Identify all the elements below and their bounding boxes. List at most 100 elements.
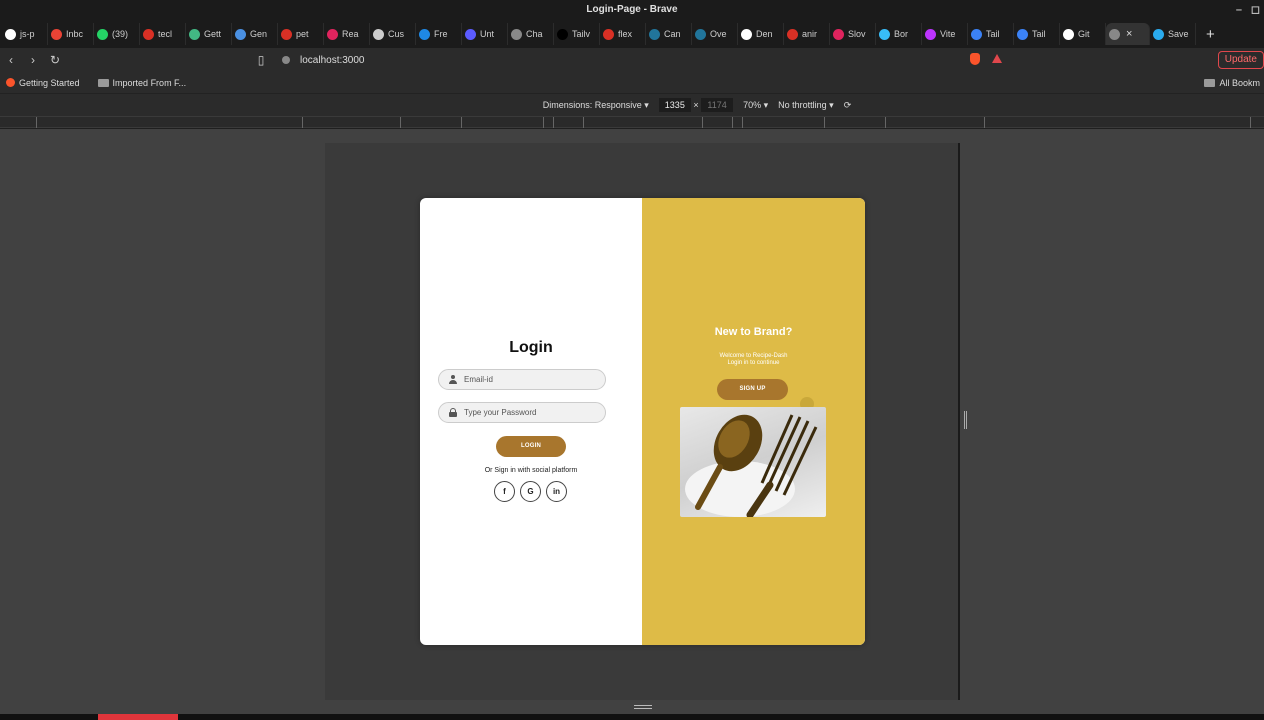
browser-tab[interactable]: Save <box>1150 23 1196 45</box>
browser-tab[interactable]: Cha <box>508 23 554 45</box>
window-title: Login-Page - Brave <box>586 4 678 15</box>
folder-icon <box>97 78 109 87</box>
signup-line-2: Login in to continue <box>727 360 780 366</box>
ruler-tick <box>742 117 743 128</box>
ruler-tick <box>543 117 544 128</box>
all-bookmarks-folder[interactable]: All Bookm <box>1204 78 1260 88</box>
browser-tab[interactable]: Bor <box>876 23 922 45</box>
right-resize-handle[interactable] <box>964 411 967 429</box>
width-input[interactable]: 1335 <box>658 98 691 112</box>
password-field[interactable]: Type your Password <box>438 402 606 423</box>
browser-tab[interactable]: Unt <box>462 23 508 45</box>
browser-tab[interactable]: Inbc <box>48 23 94 45</box>
browser-tab[interactable]: js-p <box>2 23 48 45</box>
browser-tab[interactable]: tecl <box>140 23 186 45</box>
zoom-dropdown[interactable]: 70% ▾ <box>743 100 768 111</box>
ruler-tick <box>36 117 37 128</box>
browser-tab[interactable]: Gen <box>232 23 278 45</box>
tab-label: pet <box>296 29 309 39</box>
tab-label: Tailv <box>572 29 591 39</box>
browser-tab[interactable]: Tail <box>1014 23 1060 45</box>
browser-tab[interactable]: flex <box>600 23 646 45</box>
spoon-fork-illustration <box>685 414 818 517</box>
tab-label: Unt <box>480 29 495 39</box>
tab-favicon-icon <box>603 28 614 40</box>
google-icon[interactable]: G <box>520 481 541 502</box>
tab-label: Can <box>664 29 681 39</box>
dimension-separator: × <box>693 100 699 110</box>
update-button[interactable]: Update <box>1217 51 1264 69</box>
new-tab-button[interactable]: + <box>1196 26 1225 43</box>
browser-tab[interactable]: (39) <box>94 23 140 45</box>
browser-tab[interactable]: Tailv <box>554 23 600 45</box>
brave-icon <box>6 78 15 87</box>
brave-rewards-icon[interactable] <box>992 54 1002 63</box>
browser-tab[interactable]: Git <box>1060 23 1106 45</box>
browser-tab[interactable]: pet <box>278 23 324 45</box>
lock-icon <box>449 408 457 417</box>
tab-label: Den <box>756 29 773 39</box>
back-button[interactable]: ‹ <box>0 53 22 67</box>
taskbar-active-app[interactable] <box>98 714 178 720</box>
height-input[interactable]: 1174 <box>701 98 734 112</box>
signup-button[interactable]: SIGN UP <box>717 379 788 400</box>
close-tab-icon[interactable]: × <box>1126 28 1132 40</box>
browser-tab-active[interactable]: × <box>1106 23 1150 45</box>
tab-label: (39) <box>112 29 129 39</box>
rotate-icon[interactable]: ⟳ <box>844 100 852 111</box>
tab-label: Slov <box>848 29 866 39</box>
browser-tab[interactable]: Slov <box>830 23 876 45</box>
tab-label: Ove <box>710 29 727 39</box>
site-info-icon[interactable] <box>282 56 290 64</box>
tab-label: Cha <box>526 29 543 39</box>
signup-subtitle: Welcome to Recipe-Dash Login in to conti… <box>642 353 865 367</box>
browser-tab[interactable]: Den <box>738 23 784 45</box>
tab-label: Fre <box>434 29 448 39</box>
dimensions-dropdown[interactable]: Dimensions: Responsive ▾ <box>543 100 649 111</box>
browser-tab[interactable]: Ove <box>692 23 738 45</box>
ruler-tick <box>885 117 886 128</box>
browser-tab[interactable]: Cus <box>370 23 416 45</box>
browser-tab[interactable]: Vite <box>922 23 968 45</box>
tab-label: Cus <box>388 29 405 39</box>
tab-favicon-icon <box>879 28 890 40</box>
browser-tab[interactable]: Can <box>646 23 692 45</box>
os-taskbar <box>0 714 1264 720</box>
brave-shield-icon[interactable] <box>970 53 980 65</box>
browser-tab[interactable]: Tail <box>968 23 1014 45</box>
tab-label: Save <box>1168 29 1189 39</box>
tab-label: tecl <box>158 29 173 39</box>
bookmark-getting-started[interactable]: Getting Started <box>6 78 80 88</box>
linkedin-icon[interactable]: in <box>546 481 567 502</box>
browser-tab[interactable]: Fre <box>416 23 462 45</box>
tab-favicon-icon <box>189 28 200 40</box>
login-button[interactable]: LOGIN <box>496 436 566 457</box>
maximize-button[interactable]: ◻ <box>1251 0 1260 20</box>
bookmarks-bar: Getting Started Imported From F... All B… <box>0 72 1264 94</box>
reload-button[interactable]: ↻ <box>44 53 66 67</box>
browser-tab[interactable]: anir <box>784 23 830 45</box>
url-text: localhost:3000 <box>300 54 365 66</box>
device-toolbar: Dimensions: Responsive ▾ 1335 × 1174 70%… <box>0 94 1264 116</box>
browser-tab[interactable]: Rea <box>324 23 370 45</box>
throttling-dropdown[interactable]: No throttling ▾ <box>778 100 834 111</box>
tab-favicon-icon <box>833 28 844 40</box>
signup-line-1: Welcome to Recipe-Dash <box>719 353 788 359</box>
tab-favicon-icon <box>557 28 568 40</box>
viewport-edge <box>958 143 960 700</box>
bookmark-imported-folder[interactable]: Imported From F... <box>97 78 186 88</box>
url-field[interactable]: localhost:3000 <box>252 51 1012 69</box>
ruler-tick <box>461 117 462 128</box>
tab-favicon-icon <box>925 28 936 40</box>
browser-tab[interactable]: Gett <box>186 23 232 45</box>
email-field[interactable]: Email-id <box>438 369 606 390</box>
forward-button[interactable]: › <box>22 53 44 67</box>
tab-favicon-icon <box>1063 28 1074 40</box>
facebook-icon[interactable]: f <box>494 481 515 502</box>
tab-label: Tail <box>1032 29 1046 39</box>
media-query-ruler[interactable] <box>0 116 1264 128</box>
minimize-button[interactable]: – <box>1236 0 1242 20</box>
login-title: Login <box>509 339 553 356</box>
tab-favicon-icon <box>5 28 16 40</box>
bottom-resize-handle[interactable] <box>634 705 652 709</box>
